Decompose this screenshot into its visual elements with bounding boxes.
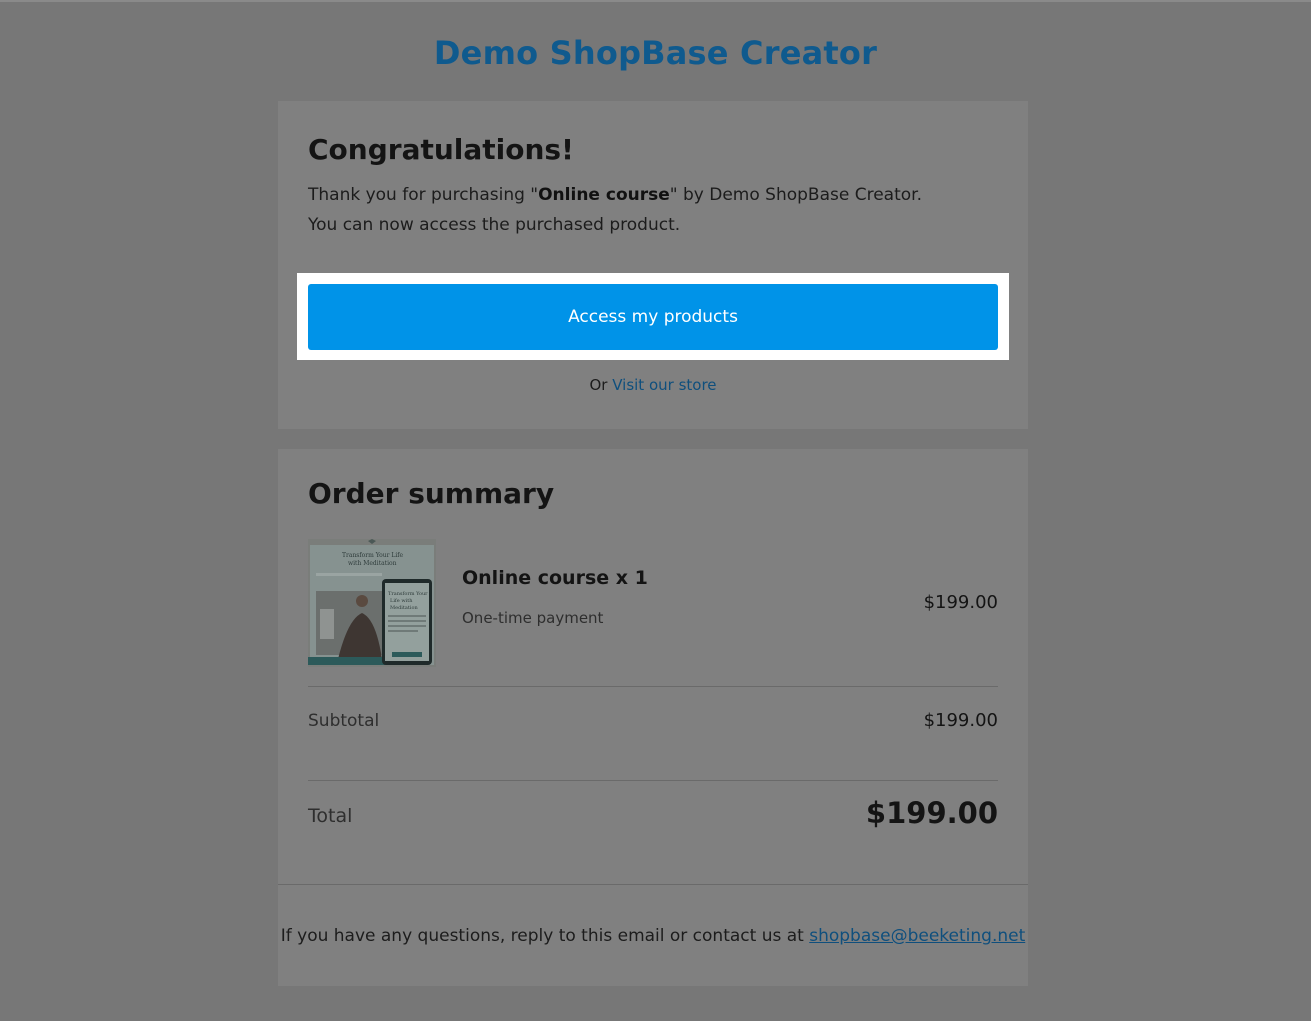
congrats-title: Congratulations! [308, 133, 574, 166]
order-item-price: $199.00 [923, 592, 998, 613]
svg-text:Life with: Life with [390, 598, 413, 604]
total-value: $199.00 [865, 796, 998, 830]
top-border [0, 0, 1311, 2]
support-text: If you have any questions, reply to this… [280, 926, 810, 946]
order-item-payment-type: One-time payment [462, 609, 604, 627]
product-thumbnail-title-line1: Transform Your Life [342, 552, 404, 559]
visit-store-line: Or Visit our store [278, 376, 1028, 394]
thank-you-suffix: " by Demo ShopBase Creator. [669, 185, 922, 205]
subtotal-value: $199.00 [923, 710, 998, 731]
order-item-name: Online course x 1 [462, 567, 648, 589]
thank-you-message: Thank you for purchasing "Online course"… [308, 185, 922, 205]
support-footer: If you have any questions, reply to this… [278, 926, 1028, 946]
svg-text:Meditation: Meditation [390, 605, 418, 611]
access-my-products-button[interactable]: Access my products [308, 284, 998, 350]
footer-divider [278, 884, 1028, 885]
congrats-card: Congratulations! Thank you for purchasin… [278, 101, 1028, 429]
access-message: You can now access the purchased product… [308, 215, 681, 235]
purchased-product-name: Online course [538, 185, 670, 205]
visit-store-link[interactable]: Visit our store [612, 376, 716, 394]
thank-you-prefix: Thank you for purchasing " [308, 185, 539, 205]
divider [308, 780, 998, 781]
product-thumbnail: Transform Your Life with Meditation Tran… [308, 539, 436, 667]
svg-text:Transform Your: Transform Your [388, 591, 428, 597]
shop-brand-title: Demo ShopBase Creator [433, 34, 878, 72]
divider [308, 686, 998, 687]
or-text: Or [589, 376, 613, 394]
support-email-link[interactable]: shopbase@beeketing.net [809, 926, 1025, 946]
order-summary-card: Order summary Transform Your Life with M… [278, 449, 1028, 986]
product-thumbnail-title-line2: with Meditation [348, 560, 397, 567]
total-label: Total [308, 805, 353, 827]
subtotal-label: Subtotal [308, 711, 380, 731]
order-summary-title: Order summary [308, 477, 555, 510]
